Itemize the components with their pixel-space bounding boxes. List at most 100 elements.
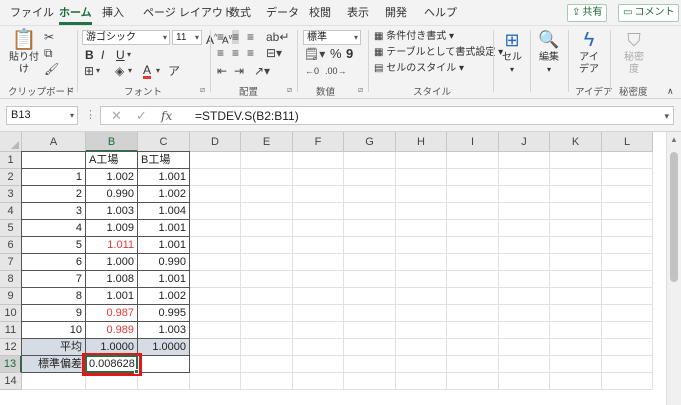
row-header-11[interactable]: 11 [0,322,22,339]
align-center-icon[interactable]: ≡ [232,46,239,60]
align-middle-icon[interactable]: ≡ [232,30,240,44]
percent-button[interactable]: % [330,47,342,61]
cell-i10[interactable] [447,305,499,322]
tab-file[interactable]: ファイル [10,4,54,22]
tab-help[interactable]: ヘルプ [424,4,457,22]
name-box[interactable]: B13 ▾ [6,106,78,125]
cell-i13[interactable] [447,356,499,373]
editing-button[interactable]: 🔍 編集 ▾ [535,28,563,76]
cell-h14[interactable] [396,373,447,390]
row-header-6[interactable]: 6 [0,237,22,254]
cell-f14[interactable] [293,373,344,390]
cell-h7[interactable] [396,254,447,271]
cell-a14[interactable] [22,373,86,390]
tab-insert[interactable]: 挿入 [102,4,124,22]
tab-developer[interactable]: 開発 [385,4,407,22]
resize-handle-icon[interactable]: ⋮ [85,108,97,121]
cell-h3[interactable] [396,186,447,203]
cell-f8[interactable] [293,271,344,288]
cell-g11[interactable] [344,322,396,339]
cell-i14[interactable] [447,373,499,390]
cell-i2[interactable] [447,169,499,186]
tab-data[interactable]: データ [266,4,299,22]
number-format-select[interactable]: 標準 ▾ [303,30,361,45]
cell-g7[interactable] [344,254,396,271]
row-header-1[interactable]: 1 [0,152,22,169]
ideas-button[interactable]: ϟ アイ デア [574,28,604,76]
cell-g2[interactable] [344,169,396,186]
cell-l9[interactable] [602,288,653,305]
cell-styles-button[interactable]: ▤ セルのスタイル ▾ [374,62,464,76]
cell-l3[interactable] [602,186,653,203]
cell-d4[interactable] [190,203,241,220]
cell-d7[interactable] [190,254,241,271]
row-header-14[interactable]: 14 [0,373,22,390]
cell-b2[interactable]: 1.002 [86,169,138,186]
tab-page-layout[interactable]: ページ レイアウト [143,4,234,22]
chevron-down-icon[interactable]: ▾ [156,64,160,78]
chevron-down-icon[interactable]: ▾ [96,64,100,78]
cell-b8[interactable]: 1.008 [86,271,138,288]
cell-h11[interactable] [396,322,447,339]
cell-h1[interactable] [396,152,447,169]
fill-color-icon[interactable]: ◈ [115,64,124,78]
cell-g5[interactable] [344,220,396,237]
cell-k13[interactable] [550,356,602,373]
cell-a3[interactable]: 2 [22,186,86,203]
cell-l14[interactable] [602,373,653,390]
font-name-select[interactable]: 游ゴシック ▾ [82,30,170,45]
cell-f10[interactable] [293,305,344,322]
cell-c14[interactable] [138,373,190,390]
cell-a13[interactable]: 標準偏差 [22,356,86,373]
chevron-down-icon[interactable]: ▾ [128,64,132,78]
select-all-button[interactable] [0,132,22,152]
cell-i6[interactable] [447,237,499,254]
cell-c4[interactable]: 1.004 [138,203,190,220]
tab-view[interactable]: 表示 [347,4,369,22]
cell-f4[interactable] [293,203,344,220]
cell-a5[interactable]: 4 [22,220,86,237]
cell-c6[interactable]: 1.001 [138,237,190,254]
cell-e7[interactable] [241,254,293,271]
row-header-12[interactable]: 12 [0,339,22,356]
cell-k12[interactable] [550,339,602,356]
font-size-select[interactable]: 11 ▾ [172,30,202,45]
cell-f2[interactable] [293,169,344,186]
cell-k9[interactable] [550,288,602,305]
merge-center-icon[interactable]: ⊟▾ [266,46,282,60]
cell-c9[interactable]: 1.002 [138,288,190,305]
cell-e2[interactable] [241,169,293,186]
column-header-a[interactable]: A [22,132,86,152]
cell-d5[interactable] [190,220,241,237]
align-bottom-icon[interactable]: ≡ [247,30,254,44]
cell-k10[interactable] [550,305,602,322]
cell-h9[interactable] [396,288,447,305]
cell-e5[interactable] [241,220,293,237]
cell-c3[interactable]: 1.002 [138,186,190,203]
cell-c10[interactable]: 0.995 [138,305,190,322]
column-header-c[interactable]: C [138,132,190,152]
cell-l6[interactable] [602,237,653,254]
cell-b9[interactable]: 1.001 [86,288,138,305]
insert-function-icon[interactable]: fx [161,108,172,124]
cell-a10[interactable]: 9 [22,305,86,322]
cell-f5[interactable] [293,220,344,237]
cell-c2[interactable]: 1.001 [138,169,190,186]
row-header-3[interactable]: 3 [0,186,22,203]
cell-e9[interactable] [241,288,293,305]
cut-icon[interactable]: ✂ [44,30,54,44]
clipboard-launcher-icon[interactable]: ⧄ [68,85,73,95]
scroll-up-icon[interactable]: ▲ [670,135,678,144]
cell-i1[interactable] [447,152,499,169]
cell-l8[interactable] [602,271,653,288]
cell-e3[interactable] [241,186,293,203]
cell-a11[interactable]: 10 [22,322,86,339]
cell-b1[interactable]: A工場 [86,152,138,169]
cell-e6[interactable] [241,237,293,254]
cell-k2[interactable] [550,169,602,186]
cell-k5[interactable] [550,220,602,237]
cell-a12[interactable]: 平均 [22,339,86,356]
decrease-indent-icon[interactable]: ⇤ [217,64,227,78]
row-header-5[interactable]: 5 [0,220,22,237]
cell-e1[interactable] [241,152,293,169]
